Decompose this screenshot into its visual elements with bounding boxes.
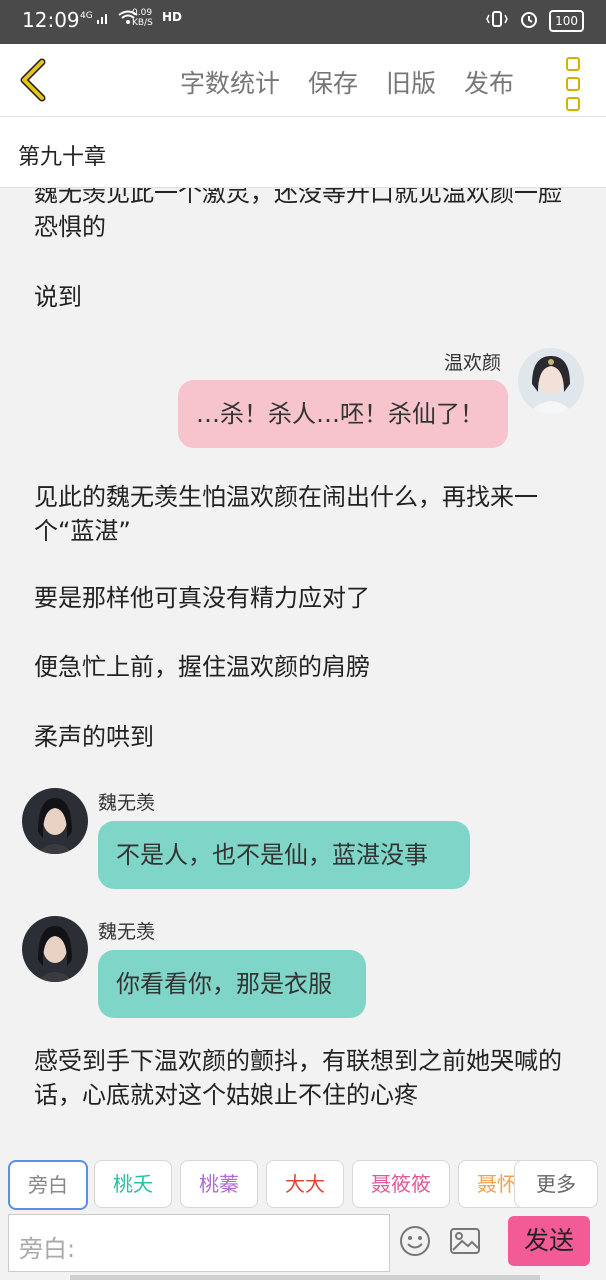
editor-toolbar: 字数统计 保存 旧版 发布 [0, 44, 606, 117]
role-chip[interactable]: 聂筱筱 [352, 1160, 450, 1208]
narration-paragraph: 便急忙上前，握住温欢颜的肩膀 [34, 653, 370, 681]
compose-bar: 旁白: 发送 [0, 1210, 606, 1280]
role-chip[interactable]: 桃夭 [94, 1160, 172, 1208]
message-input[interactable]: 旁白: [8, 1214, 390, 1272]
avatar[interactable] [22, 916, 88, 982]
status-time: 12:09 [22, 8, 80, 32]
input-placeholder: 旁白: [19, 1235, 76, 1263]
gesture-bar [70, 1275, 540, 1280]
role-chip[interactable]: 大大 [266, 1160, 344, 1208]
speaker-name: 温欢颜 [444, 352, 502, 374]
network-speed: 0.09 KB/S [132, 8, 153, 28]
speaker-name: 魏无羡 [98, 921, 156, 943]
status-bar: 12:09 4G 0.09 KB/S HD 100 [0, 0, 606, 44]
image-icon[interactable] [448, 1224, 482, 1262]
chapter-title-field[interactable]: 第九十章 [0, 117, 606, 188]
emoji-icon[interactable] [398, 1224, 432, 1262]
role-chip[interactable]: 桃蓁 [180, 1160, 258, 1208]
narration-paragraph: 感受到手下温欢颜的颤抖，有联想到之前她哭喊的话，心底就对这个姑娘止不住的心疼 [34, 1047, 562, 1109]
publish-button[interactable]: 发布 [464, 64, 514, 100]
chat-bubble[interactable]: 不是人，也不是仙，蓝湛没事 [98, 821, 470, 889]
chapter-title: 第九十章 [18, 145, 107, 170]
narration-paragraph: 要是那样他可真没有精力应对了 [34, 584, 370, 612]
vibrate-icon [485, 10, 509, 32]
more-menu-icon[interactable] [566, 57, 580, 111]
avatar[interactable] [518, 348, 584, 414]
chat-bubble[interactable]: 你看看你，那是衣服 [98, 950, 366, 1018]
save-button[interactable]: 保存 [308, 64, 358, 100]
narration-paragraph: 说到 [34, 283, 82, 311]
chevron-left-icon [20, 58, 46, 102]
send-button[interactable]: 发送 [508, 1216, 590, 1266]
chat-bubble[interactable]: …杀！杀人…呸！杀仙了！ [178, 380, 508, 448]
speaker-name: 魏无羡 [98, 792, 156, 814]
avatar[interactable] [22, 788, 88, 854]
word-count-button[interactable]: 字数统计 [180, 64, 280, 100]
story-content[interactable]: 魏无羡见此一个激灵，还没等开口就见温欢颜一脸恐惧的 说到 温欢颜 …杀！杀人…呸… [0, 188, 606, 1138]
narration-paragraph: 见此的魏无羡生怕温欢颜在闹出什么，再找来一个“蓝湛” [34, 483, 538, 545]
more-roles-button[interactable]: 更多 [514, 1160, 598, 1208]
narration-paragraph: 柔声的哄到 [34, 723, 154, 751]
old-version-button[interactable]: 旧版 [386, 64, 436, 100]
narration-paragraph: 魏无羡见此一个激灵，还没等开口就见温欢颜一脸恐惧的 [34, 188, 562, 241]
hd-badge: HD [162, 10, 183, 24]
alarm-icon [519, 9, 539, 33]
role-chip-narrator[interactable]: 旁白 [8, 1160, 88, 1210]
signal-icon: 4G [80, 11, 110, 28]
role-selector: 旁白 桃夭 桃蓁 大大 聂筱筱 聂怀 更多 [0, 1138, 606, 1210]
back-button[interactable] [14, 58, 54, 102]
battery-indicator: 100 [549, 10, 584, 32]
